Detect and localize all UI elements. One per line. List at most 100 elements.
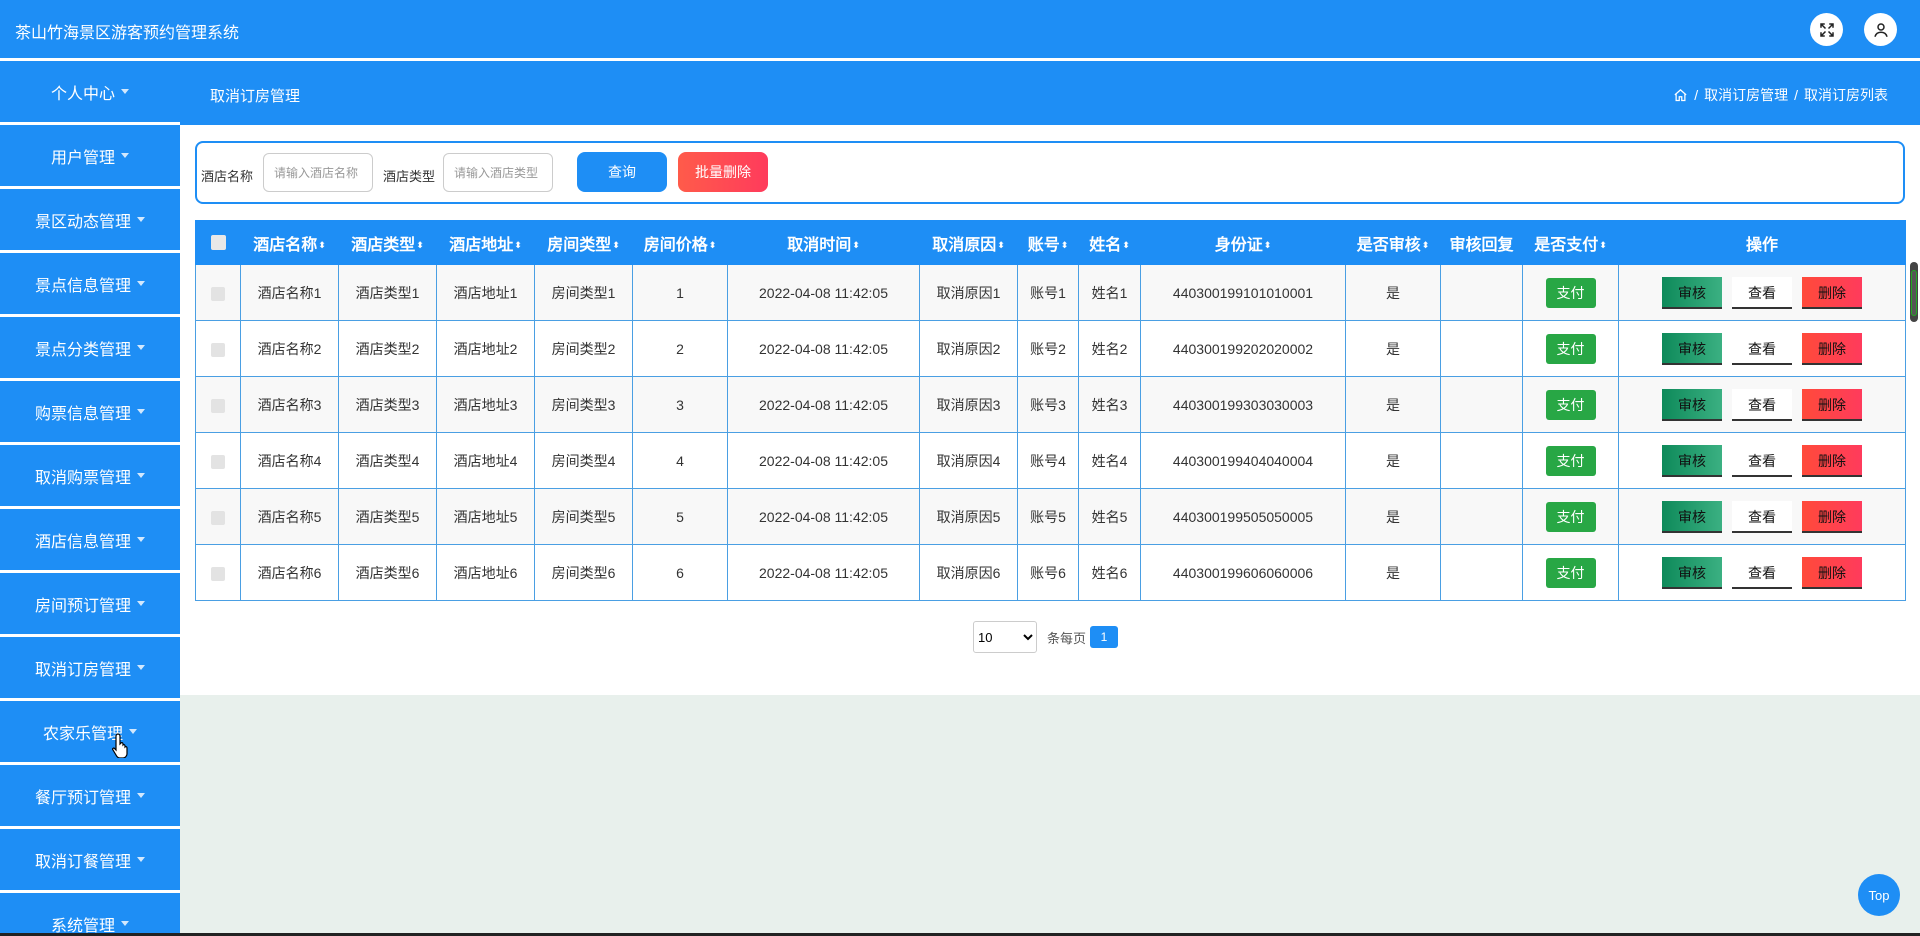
view-button[interactable]: 查看 xyxy=(1732,332,1792,365)
main-panel: 酒店名称 酒店类型 查询 批量删除 酒店名称⬍ 酒店类型⬍ 酒店地址⬍ 房间类型… xyxy=(180,125,1920,695)
audit-button[interactable]: 审核 xyxy=(1662,388,1722,421)
sidebar-item-user-management[interactable]: 用户管理 xyxy=(0,125,180,186)
pay-button[interactable]: 支付 xyxy=(1545,445,1596,476)
view-button[interactable]: 查看 xyxy=(1732,444,1792,477)
pay-button[interactable]: 支付 xyxy=(1545,333,1596,364)
cell-hotel-type: 酒店类型4 xyxy=(338,432,437,489)
pagination: 102050100 条每页 1 xyxy=(973,621,1119,653)
audit-button[interactable]: 审核 xyxy=(1662,556,1722,589)
sidebar-item-spot-category[interactable]: 景点分类管理 xyxy=(0,317,180,378)
column-header[interactable]: 姓名⬍ xyxy=(1078,220,1141,265)
sidebar-item-spot-info[interactable]: 景点信息管理 xyxy=(0,253,180,314)
row-checkbox[interactable] xyxy=(211,510,225,525)
delete-button[interactable]: 删除 xyxy=(1802,444,1862,477)
cell-account: 账号1 xyxy=(1017,264,1079,321)
column-header[interactable]: 是否支付⬍ xyxy=(1522,220,1619,265)
sort-icon: ⬍ xyxy=(514,240,522,251)
user-menu-button[interactable] xyxy=(1864,13,1897,46)
row-actions: 审核 查看 删除 xyxy=(1662,500,1862,533)
cell-hotel-type: 酒店类型5 xyxy=(338,488,437,545)
audit-button[interactable]: 审核 xyxy=(1662,444,1722,477)
fullscreen-icon xyxy=(1819,22,1834,37)
sidebar-item-restaurant-booking[interactable]: 餐厅预订管理 xyxy=(0,765,180,826)
cell-audited: 是 xyxy=(1345,544,1441,601)
audit-button[interactable]: 审核 xyxy=(1662,276,1722,309)
page-size-select[interactable]: 102050100 xyxy=(973,621,1037,653)
cell-hotel-address: 酒店地址5 xyxy=(436,488,535,545)
column-header[interactable]: 房间价格⬍ xyxy=(632,220,728,265)
pay-button[interactable]: 支付 xyxy=(1545,557,1596,588)
sidebar-item-ticket-cancel[interactable]: 取消购票管理 xyxy=(0,445,180,506)
caret-down-icon xyxy=(137,665,145,670)
caret-down-icon xyxy=(137,345,145,350)
row-checkbox[interactable] xyxy=(211,286,225,301)
sidebar-item-room-cancel[interactable]: 取消订房管理 xyxy=(0,637,180,698)
row-checkbox[interactable] xyxy=(211,566,225,581)
scrollbar-thumb[interactable] xyxy=(1911,270,1917,316)
sidebar-item-personal-center[interactable]: 个人中心 xyxy=(0,61,180,122)
caret-down-icon xyxy=(137,281,145,286)
column-header[interactable]: 房间类型⬍ xyxy=(534,220,633,265)
sidebar-item-room-booking[interactable]: 房间预订管理 xyxy=(0,573,180,634)
sort-icon: ⬍ xyxy=(416,240,424,251)
home-icon[interactable] xyxy=(1673,88,1688,103)
delete-button[interactable]: 删除 xyxy=(1802,388,1862,421)
sidebar-item-farmhouse[interactable]: 农家乐管理 xyxy=(0,701,180,762)
column-header[interactable]: 酒店名称⬍ xyxy=(240,220,339,265)
hotel-name-input[interactable] xyxy=(263,153,373,192)
view-button[interactable]: 查看 xyxy=(1732,276,1792,309)
delete-button[interactable]: 删除 xyxy=(1802,332,1862,365)
cell-pay: 支付 xyxy=(1522,320,1619,377)
row-checkbox[interactable] xyxy=(211,454,225,469)
column-header[interactable]: 身份证⬍ xyxy=(1140,220,1346,265)
pay-button[interactable]: 支付 xyxy=(1545,501,1596,532)
column-header[interactable]: 取消原因⬍ xyxy=(919,220,1018,265)
sidebar-item-ticket-info[interactable]: 购票信息管理 xyxy=(0,381,180,442)
hotel-type-input[interactable] xyxy=(443,153,553,192)
delete-button[interactable]: 删除 xyxy=(1802,500,1862,533)
vertical-scrollbar[interactable] xyxy=(1910,262,1918,322)
sidebar-item-hotel-info[interactable]: 酒店信息管理 xyxy=(0,509,180,570)
sidebar-item-label: 个人中心 xyxy=(50,85,115,103)
cell-audit-reply xyxy=(1440,488,1523,545)
breadcrumb-item[interactable]: 取消订房管理 xyxy=(1704,85,1788,105)
column-header-label: 是否审核 xyxy=(1356,236,1421,254)
cell-pay: 支付 xyxy=(1522,544,1619,601)
sidebar-item-scenic-news[interactable]: 景区动态管理 xyxy=(0,189,180,250)
sidebar-item-label: 餐厅预订管理 xyxy=(34,789,131,807)
cell-audited: 是 xyxy=(1345,432,1441,489)
caret-down-icon xyxy=(137,473,145,478)
cell-cancel-reason: 取消原因1 xyxy=(919,264,1018,321)
query-button[interactable]: 查询 xyxy=(577,152,667,192)
column-header[interactable]: 账号⬍ xyxy=(1017,220,1079,265)
view-button[interactable]: 查看 xyxy=(1732,388,1792,421)
column-header-label: 酒店名称 xyxy=(253,236,318,254)
audit-button[interactable]: 审核 xyxy=(1662,500,1722,533)
back-to-top-button[interactable]: Top xyxy=(1858,874,1900,916)
table-row: 酒店名称1 酒店类型1 酒店地址1 房间类型1 1 2022-04-08 11:42:05… xyxy=(195,264,1906,321)
cell-room-type: 房间类型6 xyxy=(534,544,633,601)
pay-button[interactable]: 支付 xyxy=(1545,277,1596,308)
sidebar-item-system[interactable]: 系统管理 xyxy=(0,893,180,936)
delete-button[interactable]: 删除 xyxy=(1802,556,1862,589)
column-header[interactable]: 取消时间⬍ xyxy=(727,220,920,265)
cell-hotel-type: 酒店类型2 xyxy=(338,320,437,377)
delete-button[interactable]: 删除 xyxy=(1802,276,1862,309)
cell-id-card: 440300199606060006 xyxy=(1140,544,1346,601)
view-button[interactable]: 查看 xyxy=(1732,556,1792,589)
select-all-checkbox[interactable] xyxy=(210,234,226,250)
column-header[interactable]: 酒店地址⬍ xyxy=(436,220,535,265)
row-checkbox[interactable] xyxy=(211,398,225,413)
audit-button[interactable]: 审核 xyxy=(1662,332,1722,365)
sidebar-item-meal-cancel[interactable]: 取消订餐管理 xyxy=(0,829,180,890)
row-actions: 审核 查看 删除 xyxy=(1662,388,1862,421)
fullscreen-button[interactable] xyxy=(1810,13,1843,46)
column-header[interactable]: 酒店类型⬍ xyxy=(338,220,437,265)
page-number-current[interactable]: 1 xyxy=(1090,626,1119,648)
column-header[interactable]: 是否审核⬍ xyxy=(1345,220,1441,265)
pay-button[interactable]: 支付 xyxy=(1545,389,1596,420)
row-checkbox[interactable] xyxy=(211,342,225,357)
column-header-label: 身份证 xyxy=(1214,236,1263,254)
bulk-delete-button[interactable]: 批量删除 xyxy=(678,152,768,192)
view-button[interactable]: 查看 xyxy=(1732,500,1792,533)
